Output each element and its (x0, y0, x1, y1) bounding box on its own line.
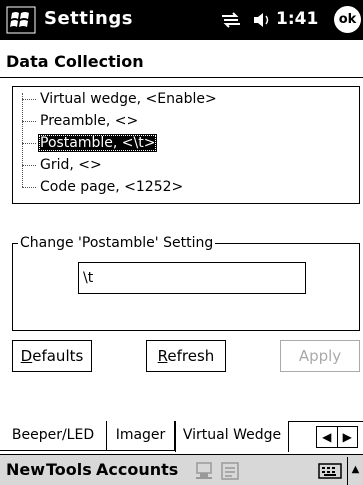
tree-item-label: Grid, <> (40, 157, 102, 173)
tab-virtual-wedge[interactable]: Virtual Wedge (175, 421, 289, 452)
tab-scroll-left-icon[interactable]: ◀ (317, 427, 338, 447)
app-title: Settings (44, 8, 133, 29)
header-divider (0, 77, 363, 78)
tree-item-code-page[interactable]: Code page, <1252> (22, 177, 185, 197)
clock[interactable]: 1:41 (276, 9, 318, 29)
defaults-rest: efaults (32, 347, 84, 365)
tree-item-label: Preamble, <> (40, 113, 139, 129)
send-receive-icon[interactable] (194, 461, 214, 481)
refresh-mnemonic: R (157, 347, 168, 365)
settings-tree[interactable]: Virtual wedge, <Enable> Preamble, <> Pos… (12, 86, 360, 204)
title-bar: Settings 1:41 ok (0, 0, 363, 40)
tab-scroll-right-icon[interactable]: ▶ (338, 427, 358, 447)
tree-item-postamble[interactable]: Postamble, <\t> (22, 133, 158, 153)
connectivity-icon[interactable] (220, 11, 242, 29)
refresh-rest: efresh (167, 347, 215, 365)
menu-tools[interactable]: Tools (46, 460, 92, 479)
tree-item-virtual-wedge[interactable]: Virtual wedge, <Enable> (22, 89, 219, 109)
menu-new[interactable]: New (6, 460, 45, 479)
folder-list-icon[interactable] (220, 461, 240, 481)
tree-item-label: Postamble, <\t> (38, 134, 158, 152)
tab-scroll-arrows[interactable]: ◀ ▶ (316, 426, 358, 448)
menu-bar: New Tools Accounts ▲ (0, 454, 363, 485)
input-panel-arrow-icon[interactable]: ▲ (347, 457, 363, 485)
tree-item-label: Virtual wedge, <Enable> (40, 91, 217, 107)
menu-accounts[interactable]: Accounts (96, 460, 178, 479)
defaults-mnemonic: D (20, 347, 33, 365)
ok-button[interactable]: ok (334, 6, 361, 33)
tab-imager[interactable]: Imager (107, 421, 175, 451)
setting-value-input[interactable]: \t (78, 262, 306, 294)
tree-item-grid[interactable]: Grid, <> (22, 155, 104, 175)
tree-item-label: Code page, <1252> (40, 179, 184, 195)
windows-flag-icon[interactable] (6, 6, 36, 34)
page-title: Data Collection (6, 52, 144, 71)
keyboard-icon[interactable] (318, 462, 342, 480)
tree-item-preamble[interactable]: Preamble, <> (22, 111, 140, 131)
group-title: Change 'Postamble' Setting (18, 234, 216, 252)
refresh-button[interactable]: Refresh (146, 340, 226, 372)
speaker-icon[interactable] (252, 11, 272, 29)
tab-beeper-led[interactable]: Beeper/LED (0, 421, 107, 451)
apply-button[interactable]: Apply (280, 340, 360, 372)
defaults-button[interactable]: Defaults (12, 340, 92, 372)
